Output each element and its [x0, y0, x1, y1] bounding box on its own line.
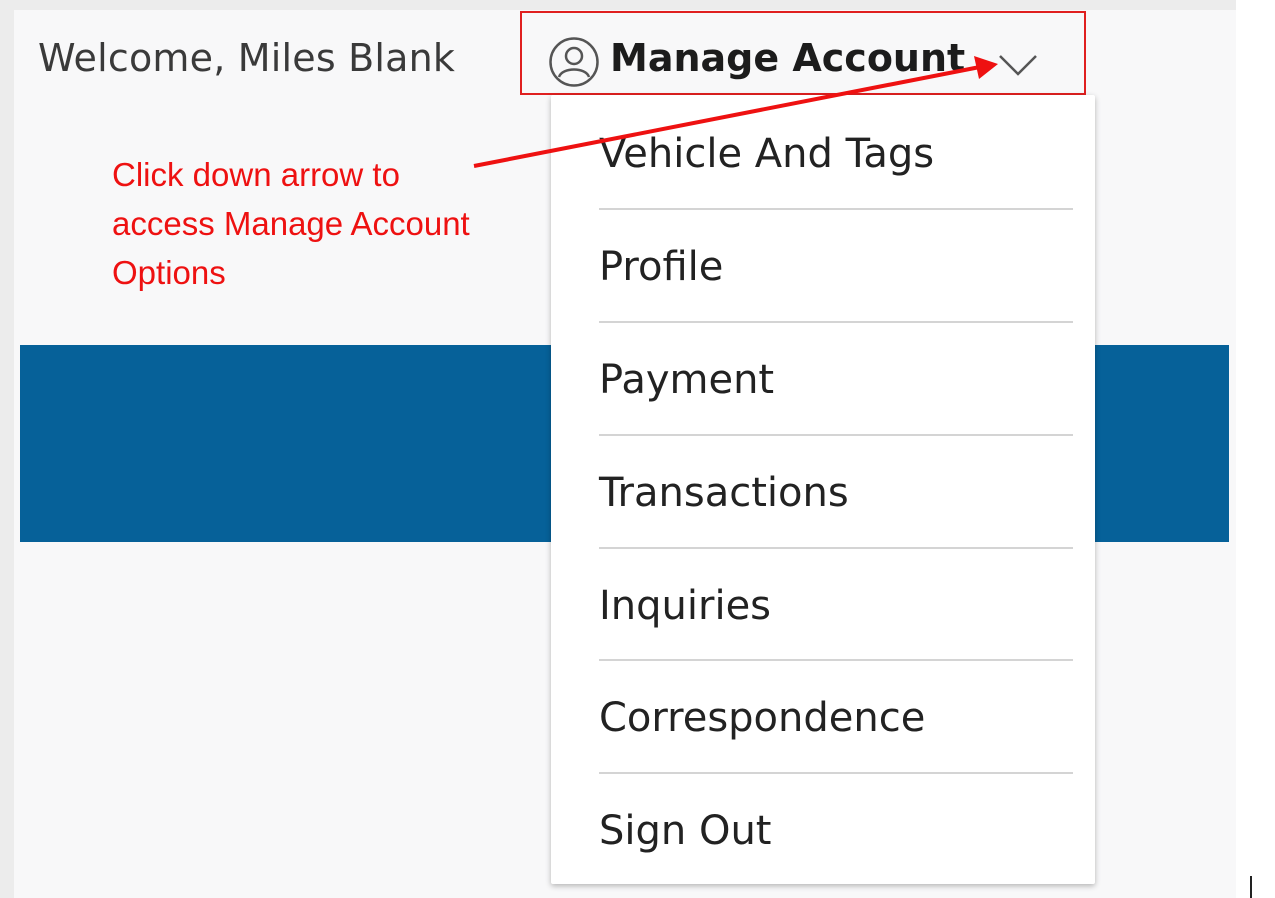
menu-divider — [599, 659, 1073, 661]
menu-item-label: Profile — [599, 244, 724, 290]
menu-divider — [599, 547, 1073, 549]
menu-item-label: Payment — [599, 357, 775, 403]
user-circle-icon[interactable] — [548, 36, 600, 88]
menu-item-label: Transactions — [599, 470, 849, 516]
menu-divider — [599, 772, 1073, 774]
menu-item-label: Sign Out — [599, 808, 772, 854]
welcome-text: Welcome, Miles Blank — [38, 36, 456, 80]
manage-account-button[interactable]: Manage Account — [610, 36, 965, 80]
menu-item-transactions[interactable]: Transactions — [599, 438, 1073, 550]
menu-item-correspondence[interactable]: Correspondence — [599, 663, 1073, 775]
menu-divider — [599, 208, 1073, 210]
menu-item-profile[interactable]: Profile — [599, 212, 1073, 324]
menu-divider — [599, 434, 1073, 436]
menu-item-sign-out[interactable]: Sign Out — [599, 776, 1073, 888]
menu-item-label: Correspondence — [599, 695, 926, 741]
manage-account-dropdown: Vehicle And Tags Profile Payment Transac… — [551, 95, 1095, 884]
text-cursor-mark — [1250, 876, 1252, 898]
menu-item-label: Vehicle And Tags — [599, 131, 935, 177]
menu-divider — [599, 321, 1073, 323]
page-edge — [1236, 0, 1275, 898]
menu-item-label: Inquiries — [599, 583, 772, 629]
chevron-down-icon[interactable] — [996, 52, 1040, 78]
annotation-text: Click down arrow to access Manage Accoun… — [112, 156, 470, 291]
menu-item-inquiries[interactable]: Inquiries — [599, 551, 1073, 663]
menu-item-vehicle-and-tags[interactable]: Vehicle And Tags — [599, 99, 1073, 211]
menu-item-payment[interactable]: Payment — [599, 325, 1073, 437]
